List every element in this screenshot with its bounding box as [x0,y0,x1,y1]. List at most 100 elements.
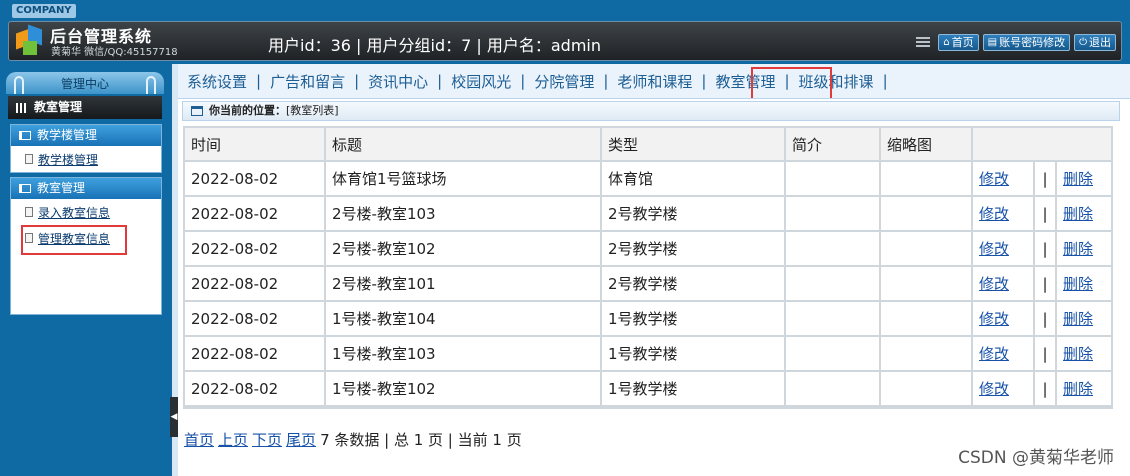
cell-title: 2号楼-教室102 [326,232,600,265]
cell-title: 1号楼-教室102 [326,372,600,405]
cell-thumbnail [881,337,971,370]
cell-delete: 删除 [1057,337,1111,370]
column-header-thumbnail: 缩略图 [881,128,971,160]
cell-edit: 修改 [973,372,1033,405]
cell-divider: | [1035,267,1055,300]
watermark: CSDN @黄菊华老师 [958,448,1114,468]
table-row: 2022-08-02 1号楼-教室102 1号教学楼 修改 | 删除 [185,372,1111,405]
sidebar-item-add-classroom[interactable]: 录入教室信息 [11,199,161,225]
change-password-label: 账号密码修改 [999,36,1066,49]
breadcrumb: 你当前的位置：[教室列表] [182,101,1120,121]
cell-intro [786,302,879,335]
sidebar-group-title: 教室管理 [37,181,86,195]
cell-edit: 修改 [973,162,1033,195]
menu-icon[interactable] [916,36,931,49]
next-page-link[interactable]: 下页 [252,429,282,450]
cell-divider: | [1035,162,1055,195]
user-info: 用户id：36 | 用户分组id：7 | 用户名：admin [268,36,602,55]
delete-link[interactable]: 删除 [1063,275,1093,293]
change-password-button[interactable]: ▤ 账号密码修改 [982,34,1071,51]
edit-link[interactable]: 修改 [979,170,1009,188]
highlight-box [21,225,127,255]
delete-link[interactable]: 删除 [1063,380,1093,398]
cell-title: 2号楼-教室103 [326,197,600,230]
first-page-link[interactable]: 首页 [184,429,214,450]
cell-thumbnail [881,302,971,335]
cell-date: 2022-08-02 [185,197,324,230]
cell-date: 2022-08-02 [185,232,324,265]
cell-delete: 删除 [1057,232,1111,265]
document-icon [25,154,33,164]
nav-item-teachers[interactable]: 老师和课程 [608,71,701,92]
edit-link[interactable]: 修改 [979,345,1009,363]
cell-edit: 修改 [973,267,1033,300]
delete-link[interactable]: 删除 [1063,240,1093,258]
breadcrumb-label: 你当前的位置： [209,104,286,117]
home-button-label: 首页 [951,36,974,49]
header-buttons: ⌂ 首页 ▤ 账号密码修改 ⏻ 退出 [916,34,1116,51]
column-header-type: 类型 [602,128,784,160]
delete-link[interactable]: 删除 [1063,170,1093,188]
cell-delete: 删除 [1057,372,1111,405]
cell-divider: | [1035,337,1055,370]
sidebar-current-section: 教室管理 [8,96,162,119]
main-content: 你当前的位置：[教室列表] 时间 标题 类型 简介 缩略图 2022-08-02… [178,98,1130,476]
cell-date: 2022-08-02 [185,267,324,300]
home-button[interactable]: ⌂ 首页 [938,34,979,51]
cell-intro [786,232,879,265]
system-subtitle: 黄菊华 微信/QQ:45157718 [51,47,178,58]
cell-date: 2022-08-02 [185,302,324,335]
logout-button[interactable]: ⏻ 退出 [1074,34,1116,51]
edit-link[interactable]: 修改 [979,240,1009,258]
cell-divider: | [1035,302,1055,335]
pin-icon [146,76,156,94]
cell-title: 2号楼-教室101 [326,267,600,300]
delete-link[interactable]: 删除 [1063,310,1093,328]
delete-link[interactable]: 删除 [1063,345,1093,363]
sidebar-group-title: 教学楼管理 [37,128,98,142]
highlight-box [751,67,832,101]
edit-link[interactable]: 修改 [979,310,1009,328]
sidebar-group-header[interactable]: 教学楼管理 [11,125,161,146]
company-label: COMPANY [12,4,76,18]
table-row: 2022-08-02 体育馆1号篮球场 体育馆 修改 | 删除 [185,162,1111,195]
nav-item-branch[interactable]: 分院管理 [525,71,603,92]
breadcrumb-value: [教室列表] [286,104,339,117]
cell-type: 2号教学楼 [602,232,784,265]
column-header-title: 标题 [326,128,600,160]
cell-delete: 删除 [1057,162,1111,195]
cell-date: 2022-08-02 [185,162,324,195]
last-page-link[interactable]: 尾页 [286,429,316,450]
collapse-arrow-icon[interactable]: ◀ [170,397,178,437]
delete-link[interactable]: 删除 [1063,205,1093,223]
top-nav: 系统设置 | 广告和留言 | 资讯中心 | 校园风光 | 分院管理 | 老师和课程 | 教室… [178,64,1130,98]
nav-item-news[interactable]: 资讯中心 [359,71,437,92]
column-header-intro: 简介 [786,128,879,160]
grid-icon [16,102,28,113]
cell-date: 2022-08-02 [185,337,324,370]
nav-item-system[interactable]: 系统设置 [178,71,256,92]
sidebar-item-building-manage[interactable]: 教学楼管理 [11,146,161,172]
table-row: 2022-08-02 1号楼-教室104 1号教学楼 修改 | 删除 [185,302,1111,335]
logout-label: 退出 [1089,36,1111,49]
document-icon [25,207,33,217]
cell-edit: 修改 [973,232,1033,265]
edit-link[interactable]: 修改 [979,275,1009,293]
cell-title: 1号楼-教室104 [326,302,600,335]
cell-delete: 删除 [1057,267,1111,300]
cell-intro [786,267,879,300]
column-header-date: 时间 [185,128,324,160]
edit-link[interactable]: 修改 [979,380,1009,398]
cell-intro [786,197,879,230]
cell-type: 1号教学楼 [602,302,784,335]
sidebar-group-header[interactable]: 教室管理 [11,178,161,199]
cell-date: 2022-08-02 [185,372,324,405]
nav-item-campus[interactable]: 校园风光 [442,71,520,92]
prev-page-link[interactable]: 上页 [218,429,248,450]
header: COMPANY 后台管理系统 黄菊华 微信/QQ:45157718 用户id：3… [0,0,1130,64]
pin-icon [14,76,24,94]
nav-item-ads[interactable]: 广告和留言 [261,71,354,92]
cell-thumbnail [881,162,971,195]
edit-link[interactable]: 修改 [979,205,1009,223]
home-icon: ⌂ [943,37,950,48]
